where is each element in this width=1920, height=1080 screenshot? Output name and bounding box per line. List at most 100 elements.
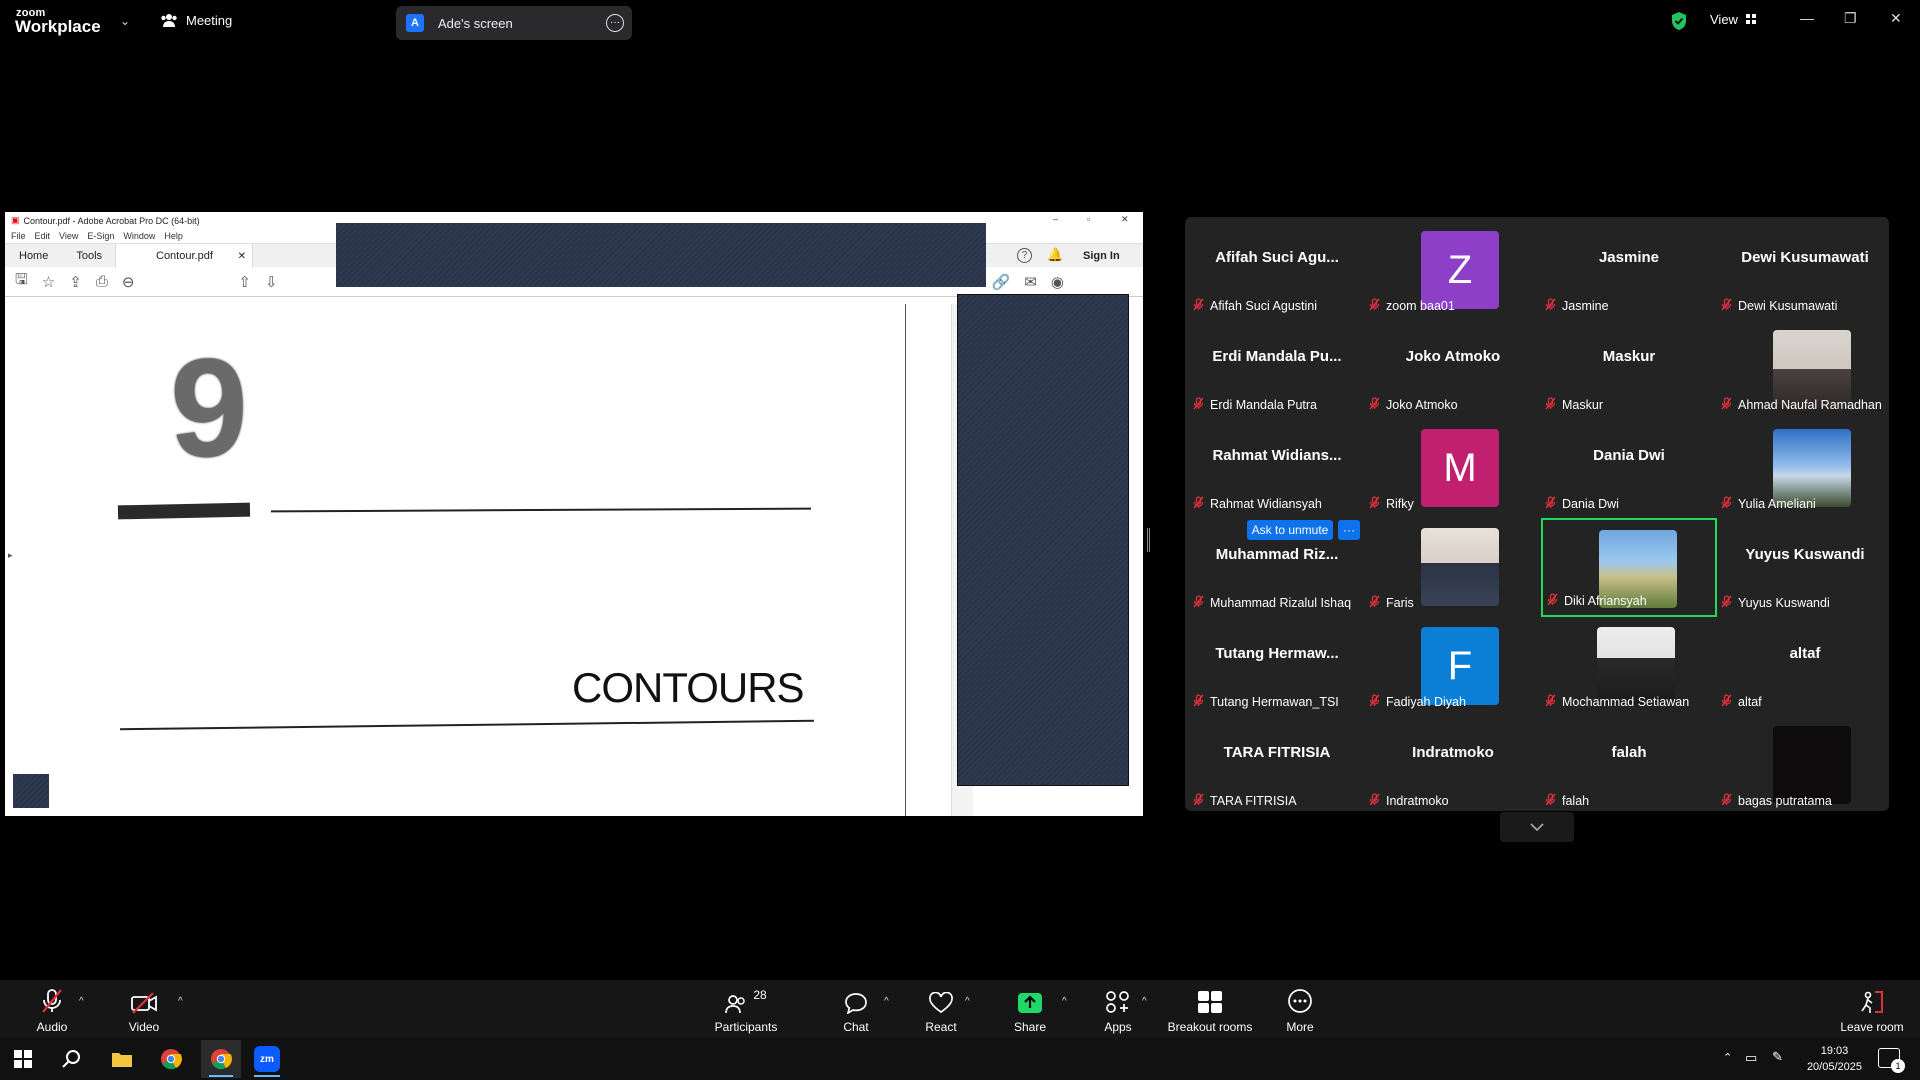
menu-file[interactable]: File xyxy=(11,231,26,241)
participant-tile[interactable]: Yuyus Kuswandi Yuyus Kuswandi xyxy=(1717,518,1893,617)
participant-tile[interactable]: F Fadiyah Diyah xyxy=(1365,617,1541,716)
notification-center-icon[interactable]: 1 xyxy=(1878,1048,1905,1073)
apps-options-caret[interactable]: ^ xyxy=(1142,996,1147,1007)
meeting-menu-button[interactable]: Meeting xyxy=(160,12,232,28)
minimize-icon[interactable]: — xyxy=(1800,10,1814,26)
participant-tile[interactable]: altaf altaf xyxy=(1717,617,1893,716)
account-icon[interactable]: ◉ xyxy=(1051,273,1064,291)
email-icon[interactable]: ✉ xyxy=(1024,273,1037,291)
react-options-caret[interactable]: ^ xyxy=(965,996,970,1007)
participant-tile[interactable]: TARA FITRISIA TARA FITRISIA xyxy=(1189,716,1365,815)
security-shield-icon[interactable] xyxy=(1671,11,1687,31)
participant-tile[interactable]: Indratmoko Indratmoko xyxy=(1365,716,1541,815)
page-up-icon[interactable]: ⇧ xyxy=(238,273,251,291)
sign-in-button[interactable]: Sign In xyxy=(1083,250,1120,262)
notification-bell-icon[interactable]: 🔔 xyxy=(1047,247,1063,263)
more-button[interactable]: More xyxy=(1282,988,1318,1034)
chevron-down-icon[interactable]: ⌄ xyxy=(120,14,130,28)
tab-document[interactable]: Contour.pdf ✕ xyxy=(115,244,253,268)
close-tab-icon[interactable]: ✕ xyxy=(238,251,246,262)
apps-button[interactable]: Apps xyxy=(1100,988,1136,1034)
pen-icon[interactable]: ✎ xyxy=(1772,1049,1783,1065)
shared-screen-pill[interactable]: A Ade's screen ··· xyxy=(396,6,632,40)
tray-overflow-icon[interactable]: ⌃ xyxy=(1723,1051,1732,1064)
view-button[interactable]: View xyxy=(1710,12,1757,27)
left-panel-toggle-icon[interactable]: ▸ xyxy=(8,550,13,561)
restore-icon[interactable]: ❐ xyxy=(1844,10,1857,27)
participant-tile[interactable]: Tutang Hermaw... Tutang Hermawan_TSI xyxy=(1189,617,1365,716)
video-button[interactable]: Video xyxy=(124,988,164,1034)
participant-gallery: Afifah Suci Agu... Afifah Suci Agustini Zz… xyxy=(1185,217,1889,811)
participant-tile[interactable]: Mochammad Setiawan xyxy=(1541,617,1717,716)
help-icon[interactable]: ? xyxy=(1017,248,1032,263)
zoom-out-icon[interactable]: ⊖ xyxy=(122,273,135,291)
chrome-icon[interactable] xyxy=(160,1048,182,1070)
system-clock[interactable]: 19:03 20/05/2025 xyxy=(1807,1043,1862,1075)
video-options-caret[interactable]: ^ xyxy=(178,996,183,1007)
ask-to-unmute-button[interactable]: Ask to unmute xyxy=(1247,520,1333,540)
menu-help[interactable]: Help xyxy=(164,231,183,241)
menu-edit[interactable]: Edit xyxy=(35,231,51,241)
share-link-icon[interactable]: 🔗 xyxy=(992,273,1011,291)
close-icon[interactable]: ✕ xyxy=(1890,10,1902,27)
tab-home[interactable]: Home xyxy=(5,250,62,262)
participant-tile[interactable]: Yulia Ameliani xyxy=(1717,419,1893,518)
zoom-taskbar-icon[interactable]: zm xyxy=(254,1046,280,1072)
leave-room-button[interactable]: Leave room xyxy=(1838,988,1906,1034)
participant-tile[interactable]: Jasmine Jasmine xyxy=(1541,221,1717,320)
breakout-rooms-button[interactable]: Breakout rooms xyxy=(1163,988,1257,1034)
participant-tile[interactable]: Ahmad Naufal Ramadhan xyxy=(1717,320,1893,419)
participant-tile[interactable]: Dania Dwi Dania Dwi xyxy=(1541,419,1717,518)
participant-tile[interactable]: M Rifky xyxy=(1365,419,1541,518)
participant-tile[interactable]: falah falah xyxy=(1541,716,1717,815)
windows-start-icon[interactable] xyxy=(14,1050,32,1068)
panel-splitter[interactable] xyxy=(1147,528,1150,552)
save-icon[interactable]: 🖫 xyxy=(15,269,28,294)
menu-view[interactable]: View xyxy=(59,231,78,241)
zoom-active-indicator xyxy=(254,1075,280,1077)
participant-tile[interactable]: bagas putratama xyxy=(1717,716,1893,815)
acrobat-min-icon[interactable]: – xyxy=(1053,214,1058,224)
shared-acrobat-window[interactable]: ▣ Contour.pdf - Adobe Acrobat Pro DC (64… xyxy=(5,212,1143,816)
participant-tile[interactable]: Diki Afriansyah xyxy=(1541,518,1717,617)
audio-button[interactable]: Audio xyxy=(32,988,72,1034)
participant-tile[interactable]: Rahmat Widians... Rahmat Widiansyah xyxy=(1189,419,1365,518)
acrobat-restore-icon[interactable]: ▫ xyxy=(1087,214,1090,224)
acrobat-close-icon[interactable]: ✕ xyxy=(1121,214,1129,225)
video-label: Video xyxy=(128,1020,160,1034)
participant-name: falah xyxy=(1562,794,1590,808)
participant-tile[interactable]: Zzoom baa01 xyxy=(1365,221,1541,320)
page-down-icon[interactable]: ⇩ xyxy=(265,273,278,291)
tab-tools[interactable]: Tools xyxy=(62,250,116,262)
upload-cloud-icon[interactable]: ⇪ xyxy=(69,273,82,291)
participant-tile[interactable]: Faris xyxy=(1365,518,1541,617)
gallery-next-page-button[interactable] xyxy=(1500,812,1574,842)
more-options-icon[interactable]: ··· xyxy=(606,14,624,32)
file-explorer-icon[interactable] xyxy=(111,1050,133,1068)
participant-tile[interactable]: Afifah Suci Agu... Afifah Suci Agustini xyxy=(1189,221,1365,320)
participant-name-label: zoom baa01 xyxy=(1369,298,1455,314)
participant-name: Dewi Kusumawati xyxy=(1738,299,1838,313)
menu-window[interactable]: Window xyxy=(123,231,155,241)
chat-button[interactable]: Chat xyxy=(838,988,874,1034)
participants-button[interactable]: 28 Participants xyxy=(712,988,780,1034)
share-options-caret[interactable]: ^ xyxy=(1062,996,1067,1007)
participant-display-name: Dewi Kusumawati xyxy=(1741,249,1869,266)
zoom-logo-bottom: Workplace xyxy=(15,17,101,36)
search-icon[interactable] xyxy=(62,1049,82,1069)
participant-more-button[interactable]: ··· xyxy=(1338,520,1360,540)
participant-tile[interactable]: Joko Atmoko Joko Atmoko xyxy=(1365,320,1541,419)
react-button[interactable]: React xyxy=(922,988,960,1034)
bookmark-star-icon[interactable]: ☆ xyxy=(42,273,55,291)
audio-options-caret[interactable]: ^ xyxy=(79,996,84,1007)
chrome-active-taskbar-item[interactable] xyxy=(201,1040,241,1078)
chat-options-caret[interactable]: ^ xyxy=(884,996,889,1007)
meeting-icon xyxy=(161,14,177,27)
menu-esign[interactable]: E-Sign xyxy=(87,231,114,241)
participant-tile[interactable]: Erdi Mandala Pu... Erdi Mandala Putra xyxy=(1189,320,1365,419)
network-icon[interactable]: ▭ xyxy=(1745,1050,1757,1066)
participant-tile[interactable]: Maskur Maskur xyxy=(1541,320,1717,419)
participant-tile[interactable]: Dewi Kusumawati Dewi Kusumawati xyxy=(1717,221,1893,320)
print-icon[interactable]: ⎙ xyxy=(96,273,108,290)
share-button[interactable]: Share xyxy=(1012,988,1048,1034)
